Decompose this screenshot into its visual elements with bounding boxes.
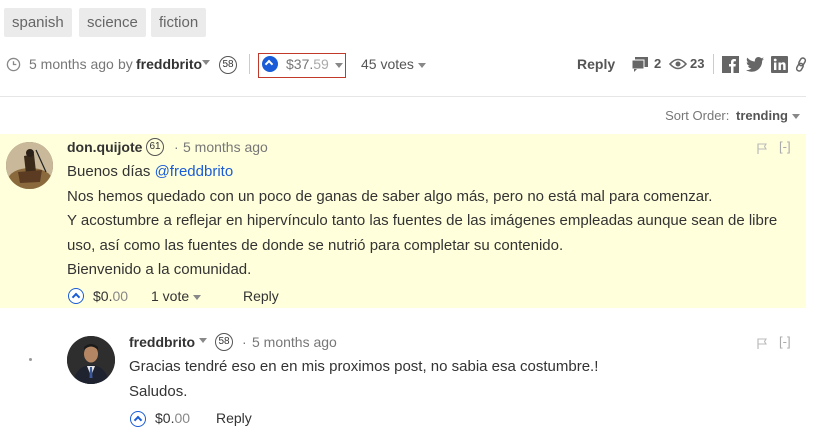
comment-separator: · xyxy=(174,139,179,155)
comment-reply-button[interactable]: Reply xyxy=(243,288,279,304)
collapse-toggle[interactable]: [-] xyxy=(779,334,791,349)
post-footer: 5 months ago by freddbrito 58 $37.59 45 … xyxy=(0,50,816,78)
divider xyxy=(713,54,714,74)
post-time[interactable]: 5 months ago xyxy=(29,50,114,78)
tag-fiction[interactable]: fiction xyxy=(151,8,207,37)
comment-line: Gracias tendré eso en en mis proximos po… xyxy=(129,358,599,375)
comment-line: Nos hemos quedado con un poco de ganas d… xyxy=(67,187,713,205)
post-votes[interactable]: 45 votes xyxy=(361,50,426,78)
comment-line: Bienvenido a la comunidad. xyxy=(67,261,252,278)
upvote-icon[interactable] xyxy=(130,411,146,427)
comment-line: Y acostumbre a reflejar en hipervínculo … xyxy=(67,212,778,229)
payout-highlight-box xyxy=(258,53,346,78)
twitter-icon[interactable] xyxy=(746,57,764,72)
linkedin-icon[interactable] xyxy=(771,56,788,73)
collapse-toggle[interactable]: [-] xyxy=(779,139,791,154)
comment-payout[interactable]: $0.00 xyxy=(93,288,128,304)
upvote-icon[interactable] xyxy=(68,288,84,304)
author-reputation: 58 xyxy=(215,333,233,351)
author-menu-caret[interactable] xyxy=(199,338,207,343)
mention-link[interactable]: @freddbrito xyxy=(155,163,234,180)
comment-reply-button[interactable]: Reply xyxy=(216,410,252,426)
comment-body: Gracias tendré eso en en mis proximos po… xyxy=(129,355,598,404)
divider xyxy=(249,54,250,74)
sort-value[interactable]: trending xyxy=(736,108,788,123)
comments-count[interactable]: 2 xyxy=(654,50,661,78)
comment-don-quijote: don.quijote 61 · 5 months ago [-] Buenos… xyxy=(0,134,806,308)
comment-freddbrito: freddbrito 58 · 5 months ago [-] Gracias… xyxy=(0,318,816,435)
flag-icon[interactable] xyxy=(757,338,767,349)
comment-line: Saludos. xyxy=(129,382,188,400)
views-count: 23 xyxy=(690,56,705,71)
tag-spanish[interactable]: spanish xyxy=(4,8,72,37)
author-reputation: 58 xyxy=(219,50,237,78)
comment-time[interactable]: 5 months ago xyxy=(183,139,268,155)
link-icon[interactable] xyxy=(795,57,808,72)
post-by-label: by xyxy=(118,56,133,72)
author-reputation: 61 xyxy=(146,138,164,156)
comment-author[interactable]: don.quijote xyxy=(67,139,142,155)
tag-science[interactable]: science xyxy=(79,8,146,37)
avatar[interactable] xyxy=(6,142,53,189)
comment-separator: · xyxy=(242,334,247,350)
sort-label: Sort Order: xyxy=(665,108,730,123)
comments-icon[interactable] xyxy=(631,56,649,72)
post-reply-button[interactable]: Reply xyxy=(577,50,615,78)
comment-line: uso, así como las fuentes de donde se nu… xyxy=(67,236,564,254)
author-menu-caret[interactable] xyxy=(202,60,210,65)
clock-icon xyxy=(6,57,21,72)
avatar[interactable] xyxy=(67,336,115,384)
comment-votes[interactable]: 1 vote xyxy=(151,288,202,304)
post-author[interactable]: freddbrito xyxy=(136,50,202,78)
comment-line: Buenos días @freddbrito xyxy=(67,163,234,180)
comment-time[interactable]: 5 months ago xyxy=(252,334,337,350)
flag-icon[interactable] xyxy=(757,143,767,154)
eye-icon xyxy=(669,58,687,70)
sort-order[interactable]: Sort Order: trending xyxy=(665,107,800,125)
comment-body: Buenos días @freddbrito Nos hemos quedad… xyxy=(67,160,777,283)
facebook-icon[interactable] xyxy=(722,56,739,73)
comment-payout[interactable]: $0.00 xyxy=(155,410,190,426)
footer-divider xyxy=(0,96,806,97)
comment-author[interactable]: freddbrito xyxy=(129,334,195,350)
